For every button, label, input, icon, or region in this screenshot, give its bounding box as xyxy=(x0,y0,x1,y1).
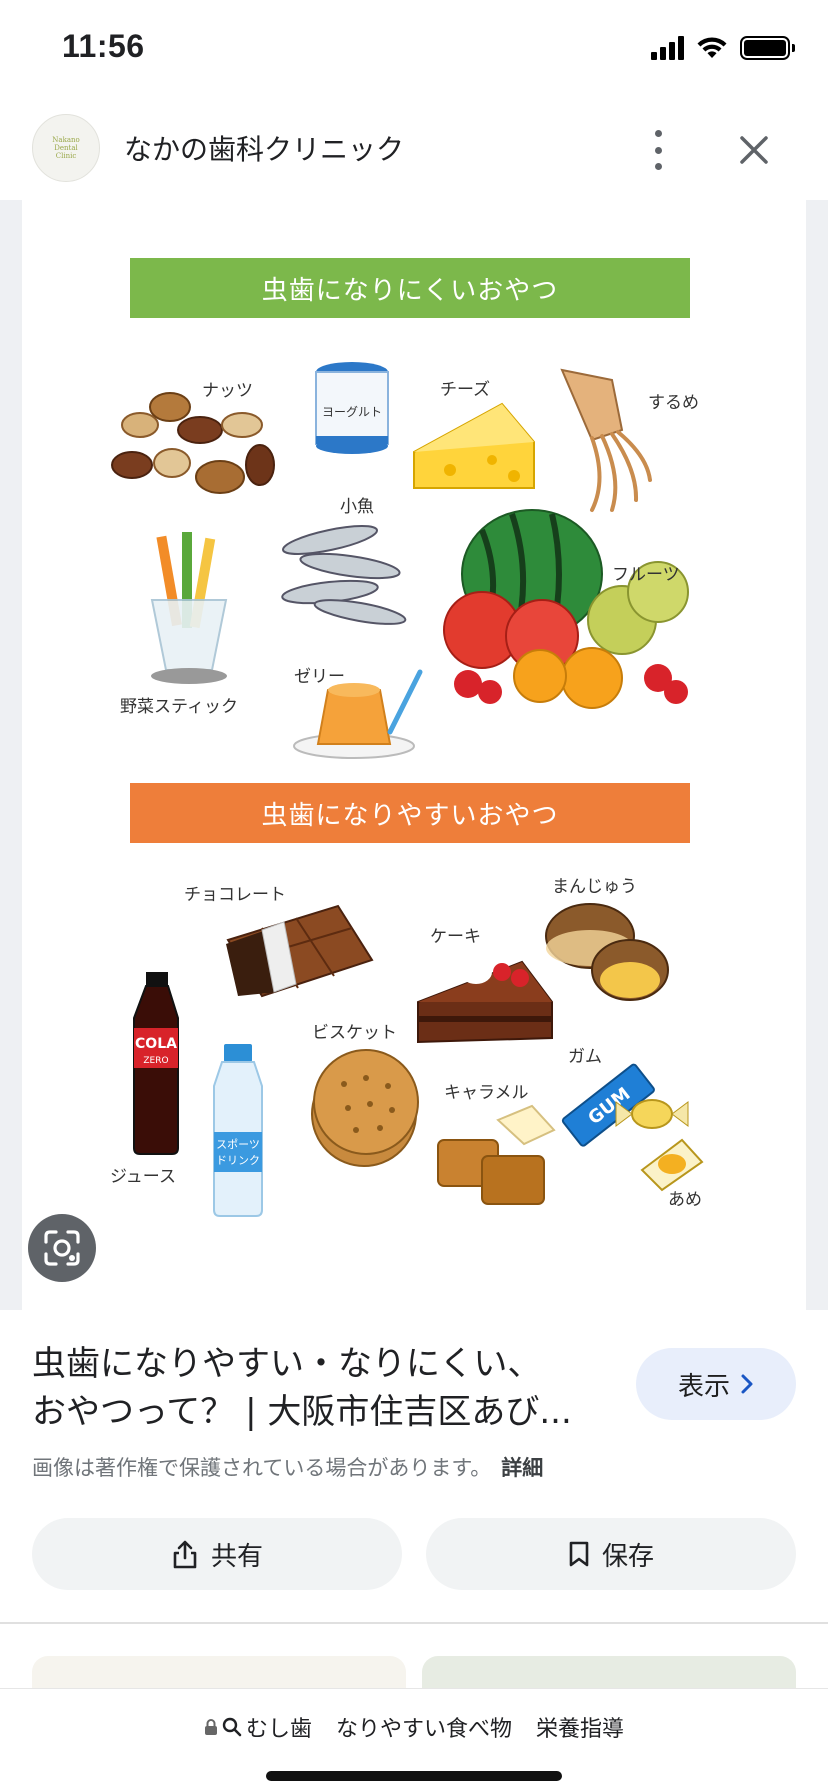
status-time: 11:56 xyxy=(62,28,145,64)
query-term: なりやすい食べ物 xyxy=(335,1717,512,1742)
small-fish-illustration xyxy=(281,525,407,625)
search-icon xyxy=(222,1717,242,1737)
more-options-icon[interactable] xyxy=(650,130,666,170)
save-label: 保存 xyxy=(601,1541,654,1572)
view-button[interactable]: 表示 xyxy=(636,1348,796,1420)
cake-illustration xyxy=(417,960,553,1044)
vegetable-sticks-illustration xyxy=(150,532,228,684)
label-cheese: チーズ xyxy=(440,380,491,400)
cola-sub-text: ZERO xyxy=(143,1056,168,1066)
share-icon xyxy=(173,1540,197,1569)
share-label: 共有 xyxy=(210,1541,263,1572)
view-button-label: 表示 xyxy=(677,1371,730,1402)
query-term: むし歯 xyxy=(245,1717,312,1742)
label-juice: ジュース xyxy=(110,1167,176,1187)
bookmark-icon xyxy=(569,1541,589,1567)
share-button[interactable]: 共有 xyxy=(32,1518,402,1590)
nuts-illustration xyxy=(111,392,275,494)
viewer-header: Nakano Dental Clinic なかの歯科クリニック xyxy=(0,100,828,200)
close-icon[interactable] xyxy=(732,128,776,172)
cola-bottle-illustration: COLA ZERO xyxy=(133,972,179,1155)
label-manju: まんじゅう xyxy=(552,877,637,897)
cola-label-text: COLA xyxy=(135,1036,177,1052)
label-fruits: フルーツ xyxy=(612,565,680,585)
chevron-right-icon xyxy=(741,1374,753,1394)
label-squid: するめ xyxy=(648,393,699,413)
cellular-signal-icon xyxy=(651,36,684,60)
status-bar: 11:56 xyxy=(0,0,828,100)
chocolate-illustration xyxy=(226,904,374,998)
sports-drink-text-1: スポーツ xyxy=(216,1138,260,1151)
squid-illustration xyxy=(560,368,652,512)
lens-icon xyxy=(44,1230,80,1266)
caramel-illustration xyxy=(437,1104,556,1205)
label-jelly: ゼリー xyxy=(294,667,345,687)
section-divider xyxy=(0,1622,828,1624)
query-term: 栄養指導 xyxy=(536,1717,625,1742)
label-vegetable-sticks: 野菜スティック xyxy=(120,697,238,717)
site-logo: Nakano Dental Clinic xyxy=(32,114,100,182)
yogurt-illustration: ヨーグルト xyxy=(315,362,389,454)
result-title-line-1[interactable]: 虫歯になりやすい・なりにくい、 xyxy=(32,1340,612,1388)
biscuit-illustration xyxy=(311,1049,419,1167)
bottom-search-bar[interactable]: むし歯 なりやすい食べ物 栄養指導 xyxy=(0,1688,828,1792)
result-title-line-2[interactable]: おやつって？ | 大阪市住吉区あび... xyxy=(32,1388,612,1436)
lock-icon xyxy=(204,1719,217,1735)
fruits-illustration xyxy=(443,509,689,709)
yogurt-label-text: ヨーグルト xyxy=(322,405,382,419)
search-query[interactable]: むし歯 なりやすい食べ物 栄養指導 xyxy=(0,1711,828,1743)
site-name[interactable]: なかの歯科クリニック xyxy=(124,128,404,168)
copyright-notice: 画像は著作権で保護されている場合があります。 詳細 xyxy=(32,1456,544,1480)
band-bad-snacks: 虫歯になりやすいおやつ xyxy=(130,783,690,843)
label-nuts: ナッツ xyxy=(202,381,253,401)
battery-icon xyxy=(740,36,795,60)
candy-illustration xyxy=(615,1099,704,1192)
result-title[interactable]: 虫歯になりやすい・なりにくい、 おやつって？ | 大阪市住吉区あび... xyxy=(32,1340,612,1436)
image-viewer[interactable]: 虫歯になりにくいおやつ ナッツ ヨーグルト チーズ するめ 野菜スティック 小魚… xyxy=(0,200,828,1310)
lens-search-button[interactable] xyxy=(28,1214,96,1282)
wifi-icon xyxy=(697,37,727,58)
details-link[interactable]: 詳細 xyxy=(501,1456,543,1480)
sports-drink-illustration: スポーツ ドリンク xyxy=(213,1044,263,1217)
sports-drink-text-2: ドリンク xyxy=(216,1154,260,1167)
cheese-illustration xyxy=(413,402,535,489)
snack-infographic[interactable]: 虫歯になりにくいおやつ ナッツ ヨーグルト チーズ するめ 野菜スティック 小魚… xyxy=(22,200,806,1310)
status-icons xyxy=(651,36,795,60)
save-button[interactable]: 保存 xyxy=(426,1518,796,1590)
label-candy: あめ xyxy=(668,1190,702,1210)
band-good-snacks: 虫歯になりにくいおやつ xyxy=(130,258,690,318)
home-indicator[interactable] xyxy=(266,1771,562,1781)
label-small-fish: 小魚 xyxy=(340,497,374,517)
